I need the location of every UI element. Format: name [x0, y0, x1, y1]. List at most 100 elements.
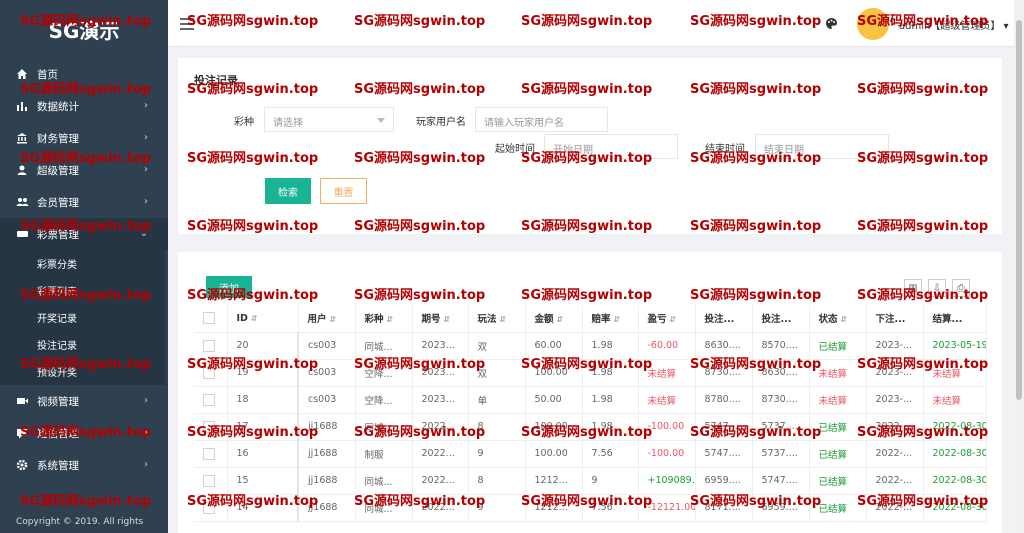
- sidebar-subitem-list[interactable]: 彩票列表: [0, 277, 165, 304]
- export-icon[interactable]: ⇩: [928, 279, 946, 297]
- sort-icon[interactable]: ⇵: [387, 315, 394, 324]
- col-header-label: 彩种: [364, 314, 384, 326]
- table-row[interactable]: 14 jj1688 同城... 2022... 9 1212... 7.56 -12121.0…: [194, 494, 987, 522]
- row-checkbox[interactable]: [203, 420, 215, 433]
- cell-lottery: 同城...: [355, 413, 413, 441]
- sort-icon[interactable]: ⇵: [614, 315, 621, 324]
- sort-icon[interactable]: ⇵: [500, 315, 507, 324]
- user-menu[interactable]: admin【超级管理员】 ▾: [899, 17, 1009, 32]
- col-header-status[interactable]: 状态 ⇵: [809, 305, 867, 333]
- select-all-checkbox[interactable]: [203, 312, 215, 325]
- sidebar-subitem-categories[interactable]: 彩票分类: [0, 250, 165, 277]
- table-row[interactable]: 18 cs003 空降... 2023... 单 50.00 1.98 未结算 8780....…: [194, 386, 987, 414]
- row-checkbox-cell[interactable]: [194, 467, 228, 495]
- sort-icon[interactable]: ⇵: [444, 315, 451, 324]
- sort-icon[interactable]: ⇵: [330, 315, 337, 324]
- cell-play: 9: [468, 440, 526, 468]
- row-checkbox[interactable]: [203, 474, 215, 487]
- cell-bet-2: 8730....: [752, 386, 810, 414]
- sidebar-item-system[interactable]: 系统管理 ›: [0, 449, 168, 481]
- cell-lottery: 同城...: [355, 332, 413, 360]
- sidebar-subitem-bet-records[interactable]: 投注记录: [0, 331, 165, 358]
- sidebar-subitem-draw-records[interactable]: 开奖记录: [0, 304, 165, 331]
- sidebar-item-finance[interactable]: 财务管理 ›: [0, 122, 168, 154]
- cell-bet-2: 6959....: [752, 494, 810, 522]
- sidebar-item-statistics[interactable]: 数据统计 ›: [0, 90, 168, 122]
- cell-user: jj1688: [298, 440, 356, 468]
- lottery-select[interactable]: 请选择: [264, 107, 394, 132]
- sidebar-item-video[interactable]: 视频管理 ›: [0, 385, 168, 417]
- row-checkbox-cell[interactable]: [194, 332, 228, 360]
- col-header-play[interactable]: 玩法 ⇵: [468, 305, 526, 333]
- row-checkbox[interactable]: [203, 447, 215, 460]
- start-date-input[interactable]: 开始日期: [544, 134, 678, 159]
- avatar[interactable]: [857, 8, 889, 40]
- col-header-label: 赔率: [591, 314, 611, 326]
- cell-amount: 100.00: [525, 413, 583, 441]
- row-checkbox-cell[interactable]: [194, 359, 228, 387]
- page-scrollbar[interactable]: [1014, 0, 1024, 533]
- col-header-label: 用户: [307, 314, 327, 326]
- select-all-cell[interactable]: [194, 305, 228, 333]
- sort-icon[interactable]: ⇵: [841, 315, 848, 324]
- row-checkbox[interactable]: [203, 393, 215, 406]
- col-header-user[interactable]: 用户 ⇵: [298, 305, 356, 333]
- col-header-bet-2[interactable]: 投注...: [752, 305, 810, 333]
- columns-icon[interactable]: ▥: [904, 279, 922, 297]
- sort-icon[interactable]: ⇵: [670, 315, 677, 324]
- row-checkbox[interactable]: [203, 339, 215, 352]
- col-header-id[interactable]: ID ⇵: [227, 305, 299, 333]
- end-date-input[interactable]: 结束日期: [755, 134, 889, 159]
- cell-status: 已结算: [809, 467, 867, 495]
- cell-odds: 1.98: [582, 332, 639, 360]
- cell-odds: 1.98: [582, 359, 639, 387]
- row-checkbox[interactable]: [203, 501, 215, 514]
- scrollbar-thumb[interactable]: [1016, 20, 1022, 400]
- palette-icon[interactable]: [825, 17, 838, 33]
- reset-button[interactable]: 重置: [320, 178, 367, 204]
- row-checkbox-cell[interactable]: [194, 494, 228, 522]
- col-header-amount[interactable]: 金额 ⇵: [525, 305, 583, 333]
- table-row[interactable]: 17 jj1688 同城... 2022... 8 100.00 1.98 -100.00 57…: [194, 413, 987, 441]
- col-header-bet-time[interactable]: 下注...: [866, 305, 924, 333]
- menu-toggle-icon[interactable]: [180, 18, 194, 30]
- col-header-label: 状态: [818, 314, 838, 326]
- sort-icon[interactable]: ⇵: [557, 315, 564, 324]
- cell-amount: 1212...: [525, 467, 583, 495]
- chevron-right-icon: ›: [144, 395, 148, 406]
- col-header-odds[interactable]: 赔率 ⇵: [582, 305, 639, 333]
- cell-amount: 50.00: [525, 386, 583, 414]
- video-icon: [14, 394, 30, 408]
- sidebar-item-members[interactable]: 会员管理 ›: [0, 186, 168, 218]
- col-header-lottery[interactable]: 彩种 ⇵: [355, 305, 413, 333]
- sort-icon[interactable]: ⇵: [251, 314, 258, 323]
- search-button[interactable]: 检索: [265, 178, 311, 204]
- sidebar-item-sms[interactable]: 短信管理 ›: [0, 417, 168, 449]
- sidebar-item-home[interactable]: 首页: [0, 58, 168, 90]
- row-checkbox[interactable]: [203, 366, 215, 379]
- col-header-profit[interactable]: 盈亏 ⇵: [638, 305, 696, 333]
- cell-bet-1: 8171....: [695, 494, 753, 522]
- row-checkbox-cell[interactable]: [194, 440, 228, 468]
- col-header-bet-1[interactable]: 投注...: [695, 305, 753, 333]
- print-icon[interactable]: ⎙: [952, 279, 970, 297]
- cell-settle-time: 未结算: [923, 359, 987, 387]
- chevron-down-icon: ⌄: [139, 228, 148, 239]
- sidebar-item-super-admin[interactable]: 超级管理 ›: [0, 154, 168, 186]
- end-time-label: 结束时间: [705, 144, 745, 155]
- sidebar-item-lottery[interactable]: 彩票管理 ⌄: [0, 218, 168, 250]
- row-checkbox-cell[interactable]: [194, 386, 228, 414]
- username-input[interactable]: 请输入玩家用户名: [475, 107, 608, 132]
- table-row[interactable]: 19 cs003 空降... 2023... 双 100.00 1.98 未结算 8730...…: [194, 359, 987, 387]
- table-row[interactable]: 20 cs003 同城... 2023... 双 60.00 1.98 -60.00 8630.…: [194, 332, 987, 360]
- add-button[interactable]: 添加: [206, 276, 252, 298]
- col-header-settle-time[interactable]: 结算...: [923, 305, 987, 333]
- cell-odds: 1.98: [582, 413, 639, 441]
- cell-id: 15: [227, 467, 299, 495]
- table-row[interactable]: 16 jj1688 制服 2022... 9 100.00 7.56 -100.00 5747.…: [194, 440, 987, 468]
- table-row[interactable]: 15jj1688同城...2022...81212...9+109089.069…: [194, 467, 987, 495]
- sidebar-subitem-preset-draw[interactable]: 预设开奖: [0, 358, 165, 385]
- row-checkbox-cell[interactable]: [194, 413, 228, 441]
- col-header-issue[interactable]: 期号 ⇵: [412, 305, 469, 333]
- cell-user: jj1688: [298, 413, 356, 441]
